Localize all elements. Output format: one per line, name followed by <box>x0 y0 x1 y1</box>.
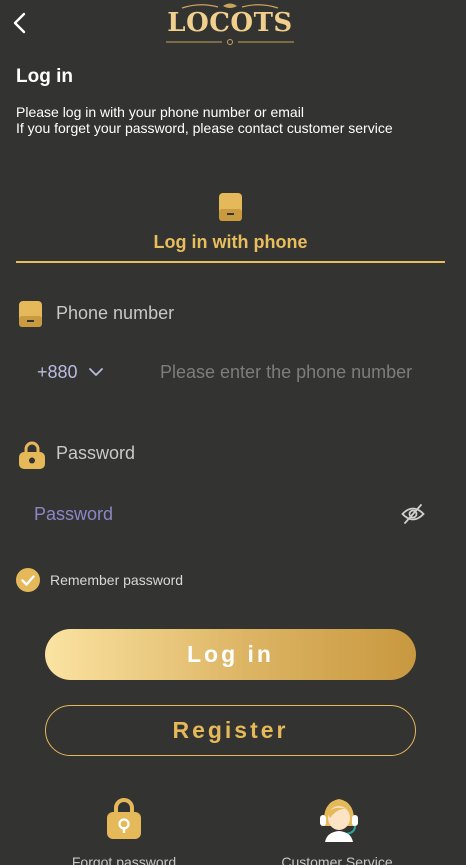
tab-login-with-phone[interactable]: Log in with phone <box>16 188 445 264</box>
logo-text: LOCOTS <box>167 8 293 38</box>
remember-password-label: Remember password <box>50 572 184 588</box>
checkbox-checked-indicator <box>16 568 40 592</box>
page-subtitle: Please log in with your phone number or … <box>16 104 393 136</box>
subtitle-line-2: If you forget your password, please cont… <box>16 120 393 136</box>
tab-label: Log in with phone <box>153 232 308 252</box>
lock-icon <box>19 441 45 469</box>
lock-icon <box>107 798 141 839</box>
customer-service-icon <box>320 799 358 842</box>
page-title: Log in <box>16 66 73 87</box>
logo: LOCOTS <box>160 2 300 46</box>
phone-icon <box>219 193 242 221</box>
subtitle-line-1: Please log in with your phone number or … <box>16 104 304 120</box>
check-icon <box>21 575 35 586</box>
chevron-down-icon <box>89 368 103 376</box>
register-button[interactable]: Register <box>45 705 416 756</box>
back-button[interactable] <box>8 10 32 36</box>
customer-service-button[interactable]: Customer Service <box>257 796 417 865</box>
chevron-left-icon <box>13 12 26 34</box>
country-code-value: +880 <box>37 362 78 382</box>
password-input[interactable] <box>34 500 384 528</box>
tab-underline <box>16 261 445 263</box>
toggle-password-visibility-button[interactable] <box>401 502 425 526</box>
header: LOCOTS <box>0 0 466 48</box>
phone-number-input[interactable] <box>160 358 430 386</box>
customer-service-label: Customer Service <box>281 854 393 865</box>
login-button[interactable]: Log in <box>45 629 416 680</box>
login-page: LOCOTS Log in Please log in with your ph… <box>0 0 466 865</box>
password-label-text: Password <box>56 443 136 463</box>
forgot-password-button[interactable]: Forgot password <box>44 796 204 865</box>
phone-number-label-text: Phone number <box>56 303 175 323</box>
eye-off-icon <box>401 504 425 524</box>
phone-icon <box>19 301 42 327</box>
country-code-select[interactable]: +880 <box>37 362 103 383</box>
forgot-password-label: Forgot password <box>71 854 177 865</box>
